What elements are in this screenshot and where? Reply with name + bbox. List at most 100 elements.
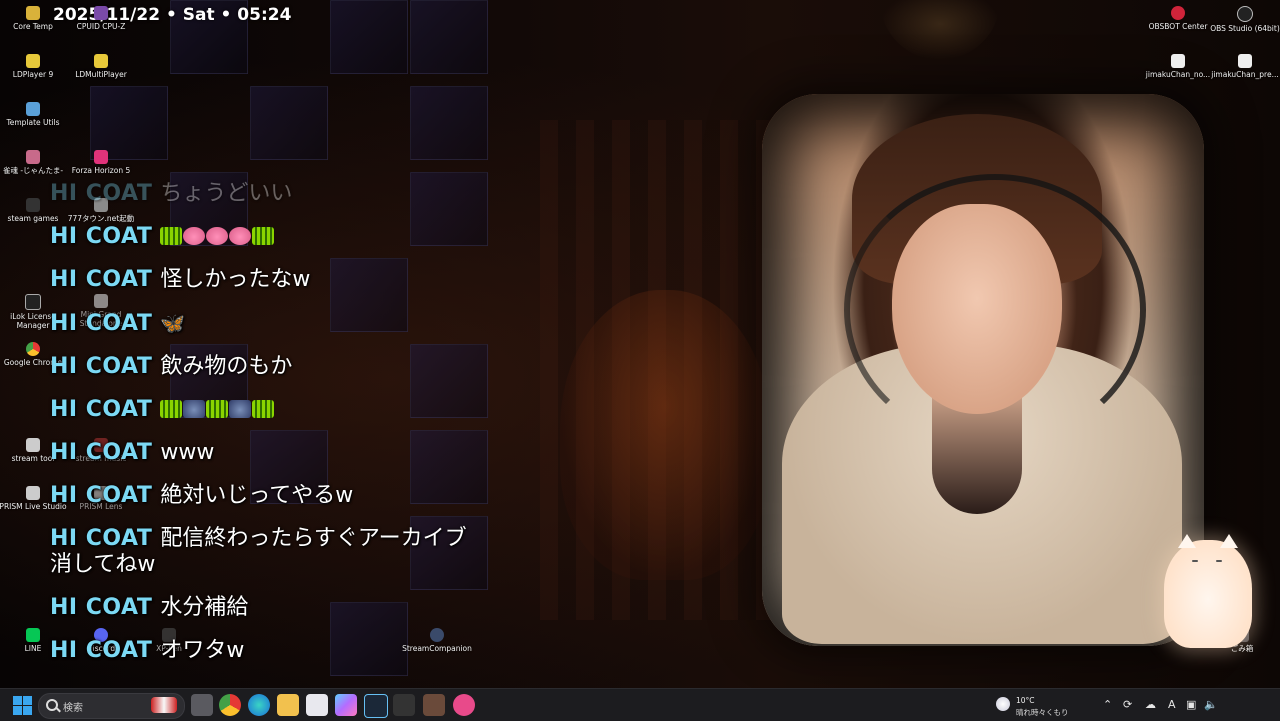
emote-face-icon <box>229 400 252 418</box>
chat-message: HI COAT 水分補給 <box>50 595 470 621</box>
document-icon <box>1171 54 1185 68</box>
cloud-icon[interactable]: ☁ <box>1145 698 1156 711</box>
emote-pink-face-icon <box>229 227 252 245</box>
desktop-icon-label: jimakuChan_no... <box>1145 70 1211 79</box>
search-highlight-icon <box>151 697 177 713</box>
chat-text: ちょうどいい <box>160 181 293 206</box>
emote-bars-icon <box>160 227 183 245</box>
volume-icon[interactable]: 🔈 <box>1204 698 1218 711</box>
chat-message: HI COAT 怪しかったなw <box>50 267 470 293</box>
desktop-icon-obs-studio[interactable]: OBS Studio (64bit) <box>1210 6 1280 33</box>
desktop-icon-label: 雀魂 -じゃんたま- <box>2 166 64 175</box>
copilot-icon[interactable] <box>335 694 357 716</box>
chat-text: 水分補給 <box>160 595 249 620</box>
webcam-feed <box>762 94 1204 646</box>
ldmulti-icon <box>94 54 108 68</box>
chat-message: HI COAT <box>50 224 470 250</box>
desktop-icon-label: Template Utils <box>6 118 60 127</box>
chat-message: HI COAT 🦋 <box>50 310 470 337</box>
emote-face-icon <box>183 400 206 418</box>
template-icon <box>26 102 40 116</box>
chat-author: HI COAT <box>50 638 153 663</box>
desktop-icon-label: iLok License Manager <box>10 312 56 330</box>
chip-icon <box>94 6 108 20</box>
weather-widget[interactable]: 10°C 晴れ時々くもり <box>996 693 1086 717</box>
chat-message: HI COAT 配信終わったらすぐアーカイブ消してねw <box>50 526 470 578</box>
desktop-icon-label: Core Temp <box>13 22 53 31</box>
desktop-icon-label: OBS Studio (64bit) <box>1210 24 1280 33</box>
stream-tool-icon <box>26 438 40 452</box>
store-icon[interactable] <box>306 694 328 716</box>
chat-message: HI COAT 飲み物のもか <box>50 354 470 380</box>
windows-logo-icon <box>23 696 32 705</box>
desktop-icon-cpuz[interactable]: CPUID CPU-Z <box>66 6 136 31</box>
chat-message: HI COAT www <box>50 440 470 466</box>
desktop-icon-ldplayer[interactable]: LDPlayer 9 <box>0 54 68 79</box>
file-explorer-icon[interactable] <box>277 694 299 716</box>
desktop-icon-template-utils[interactable]: Template Utils <box>0 102 68 127</box>
sync-icon[interactable]: ⟳ <box>1123 698 1132 711</box>
desktop-background: 2025/11/22 • Sat • 05:24 Core Temp CPUID… <box>0 0 1280 688</box>
wallpaper-panel <box>250 86 328 160</box>
webcam-headset <box>844 174 1146 446</box>
desktop-icon-jimaku-pre[interactable]: jimakuChan_pre... <box>1210 54 1280 79</box>
cat-ear <box>1178 534 1196 548</box>
emote-bars-icon <box>252 400 275 418</box>
ilok-icon <box>25 294 41 310</box>
emote-pink-face-icon <box>206 227 229 245</box>
chat-message: HI COAT <box>50 397 470 423</box>
windows-logo-icon <box>13 696 22 705</box>
background-lamp <box>880 0 1000 60</box>
weather-temp: 10°C <box>1016 696 1035 705</box>
steam-taskbar-icon[interactable] <box>364 694 388 718</box>
task-view-icon[interactable] <box>191 694 213 716</box>
wallpaper-panel <box>410 86 488 160</box>
desktop-icon-janntama[interactable]: 雀魂 -じゃんたま- <box>0 150 68 175</box>
desktop-icon-obsbot[interactable]: OBSBOT Center <box>1143 6 1213 31</box>
chrome-taskbar-icon[interactable] <box>219 694 241 716</box>
weather-condition: 晴れ時々くもり <box>1016 708 1069 717</box>
obsbot-icon <box>1171 6 1185 20</box>
terminal-icon[interactable] <box>393 694 415 716</box>
game-taskbar-icon[interactable] <box>423 694 445 716</box>
search-box[interactable]: 検索 <box>38 693 185 719</box>
desktop-icon-label: OBSBOT Center <box>1148 22 1208 31</box>
thermometer-icon <box>26 6 40 20</box>
chat-text: 飲み物のもか <box>160 354 293 379</box>
edge-taskbar-icon[interactable] <box>248 694 270 716</box>
prism-icon <box>26 486 40 500</box>
obs-icon <box>1237 6 1253 22</box>
line-icon <box>26 628 40 642</box>
emote-bars-icon <box>206 400 229 418</box>
document-icon <box>1238 54 1252 68</box>
cat-ear <box>1220 534 1238 548</box>
cat-eye <box>1192 560 1198 562</box>
start-button[interactable] <box>11 694 33 716</box>
emote-bars-icon <box>252 227 275 245</box>
windows-logo-icon <box>23 706 32 715</box>
input-language[interactable]: A <box>1168 698 1176 711</box>
tray-chevron-icon[interactable]: ⌃ <box>1103 698 1112 711</box>
chat-author: HI COAT <box>50 397 153 422</box>
chat-author: HI COAT <box>50 595 153 620</box>
butterfly-emoji-icon: 🦋 <box>160 311 186 335</box>
chat-author: HI COAT <box>50 440 153 465</box>
chat-author: HI COAT <box>50 224 153 249</box>
desktop-icon-jimaku-no[interactable]: jimakuChan_no... <box>1143 54 1213 79</box>
obsbot-taskbar-icon[interactable] <box>453 694 475 716</box>
forza-icon <box>94 150 108 164</box>
cat-lamp <box>1164 534 1252 648</box>
taskbar: 検索 10°C 晴れ時々くもり ⌃ ⟳ ☁ A ▣ 🔈 <box>0 688 1280 721</box>
chat-text: オワタw <box>160 638 245 663</box>
chat-text: www <box>160 440 215 465</box>
desktop-icon-label: jimakuChan_pre... <box>1211 70 1279 79</box>
display-icon[interactable]: ▣ <box>1186 698 1196 711</box>
desktop-icon-core-temp[interactable]: Core Temp <box>0 6 68 31</box>
desktop-icon-ldmulti[interactable]: LDMultiPlayer <box>66 54 136 79</box>
desktop-icon-label: stream tool <box>11 454 55 463</box>
background-plush-bear <box>560 290 770 580</box>
desktop-icon-forza[interactable]: Forza Horizon 5 <box>66 150 136 175</box>
desktop-icon-label: LDMultiPlayer <box>75 70 127 79</box>
search-icon <box>46 699 58 711</box>
folder-icon <box>26 198 40 212</box>
